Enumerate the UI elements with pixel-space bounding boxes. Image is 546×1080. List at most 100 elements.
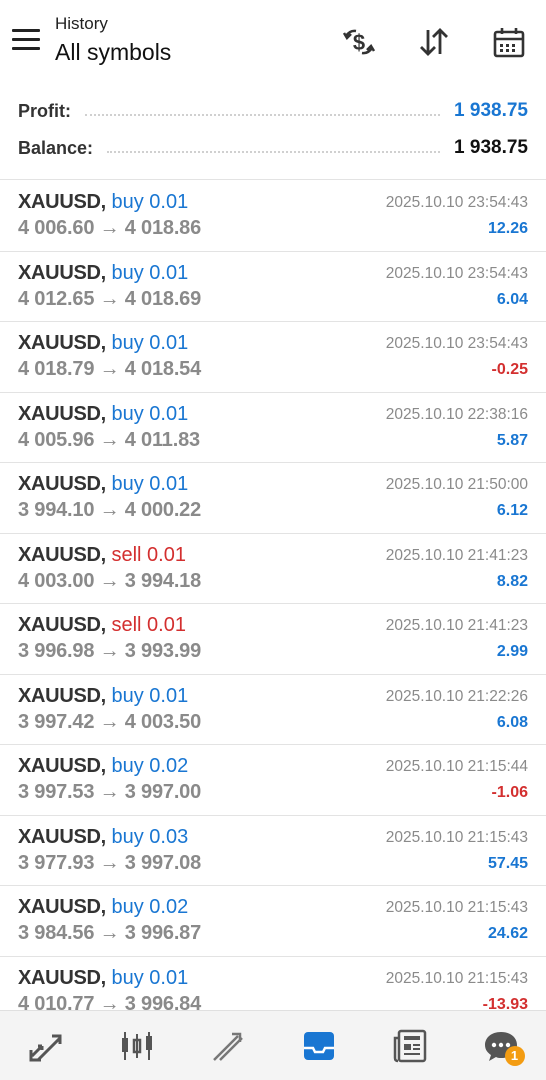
deal-symbol: XAUUSD, xyxy=(18,191,106,213)
deal-symbol: XAUUSD, xyxy=(18,825,106,848)
deal-header: XAUUSD, buy 0.03 xyxy=(18,826,188,849)
bottom-navigation: 1 xyxy=(0,1010,546,1080)
messages-icon[interactable]: 1 xyxy=(471,1016,531,1076)
deal-profit: 24.62 xyxy=(487,925,528,942)
deal-time: 2025.10.10 22:38:16 xyxy=(385,405,528,423)
deal-header: XAUUSD, sell 0.01 xyxy=(18,544,186,567)
deal-row[interactable]: XAUUSD, buy 0.02 3 984.56 → 3 996.87 2025.… xyxy=(0,886,546,957)
currency-exchange-icon[interactable]: $ xyxy=(339,22,379,62)
deal-side-volume: buy 0.01 xyxy=(111,966,189,989)
deal-side-volume: buy 0.01 xyxy=(111,473,189,495)
deal-row[interactable]: XAUUSD, sell 0.01 4 003.00 → 3 994.18 2025… xyxy=(0,534,546,604)
deal-header: XAUUSD, buy 0.01 xyxy=(18,685,188,708)
deal-row[interactable]: XAUUSD, buy 0.01 4 005.96 → 4 011.83 2025.… xyxy=(0,393,546,463)
page-title: All symbols xyxy=(55,39,172,65)
deal-prices: 4 006.60 → 4 018.86 xyxy=(18,217,202,239)
deal-row[interactable]: XAUUSD, buy 0.02 3 997.53 → 3 997.00 2025.… xyxy=(0,745,546,816)
quotes-icon[interactable] xyxy=(16,1016,76,1076)
deal-profit: 6.08 xyxy=(496,713,528,731)
deal-symbol: XAUUSD, xyxy=(18,402,106,425)
messages-badge: 1 xyxy=(504,1045,525,1066)
history-icon[interactable] xyxy=(289,1016,349,1076)
deal-header: XAUUSD, buy 0.01 xyxy=(18,332,188,355)
chart-icon[interactable] xyxy=(107,1016,167,1076)
deal-time: 2025.10.10 21:50:00 xyxy=(385,476,528,493)
page-subtitle: History xyxy=(55,14,108,33)
deal-profit: 8.82 xyxy=(496,572,528,590)
deal-profit: 12.26 xyxy=(487,220,528,237)
deal-profit: -1.06 xyxy=(491,784,528,801)
deal-row[interactable]: XAUUSD, buy 0.01 4 010.77 → 3 996.84 2025.… xyxy=(0,957,546,1011)
deal-time: 2025.10.10 21:41:23 xyxy=(385,546,528,564)
deal-symbol: XAUUSD, xyxy=(18,543,106,566)
deal-header: XAUUSD, buy 0.01 xyxy=(18,473,188,496)
deal-time: 2025.10.10 21:15:43 xyxy=(385,899,528,916)
profit-value: 1 938.75 xyxy=(454,100,528,121)
deal-symbol: XAUUSD, xyxy=(18,261,106,284)
deal-prices: 3 984.56 → 3 996.87 xyxy=(18,922,202,944)
deal-side-volume: buy 0.01 xyxy=(111,261,189,284)
deal-header: XAUUSD, sell 0.01 xyxy=(18,614,186,637)
deal-row[interactable]: XAUUSD, buy 0.03 3 977.93 → 3 997.08 2025.… xyxy=(0,816,546,886)
deal-row[interactable]: XAUUSD, buy 0.01 3 994.10 → 4 000.22 2025.… xyxy=(0,463,546,534)
deal-symbol: XAUUSD, xyxy=(18,332,106,354)
deal-prices: 4 012.65 → 4 018.69 xyxy=(18,287,202,310)
deal-row[interactable]: XAUUSD, buy 0.01 3 997.42 → 4 003.50 2025.… xyxy=(0,675,546,745)
deal-side-volume: buy 0.01 xyxy=(111,402,189,425)
deal-profit: -0.25 xyxy=(491,361,528,378)
deal-time: 2025.10.10 21:15:43 xyxy=(385,969,528,987)
balance-row: Balance: 1 938.75 xyxy=(18,130,528,166)
history-summary: Profit: 1 938.75 Balance: 1 938.75 xyxy=(0,88,546,180)
deal-side-volume: buy 0.03 xyxy=(111,825,189,848)
deal-time: 2025.10.10 21:22:26 xyxy=(385,687,528,705)
deal-time: 2025.10.10 23:54:43 xyxy=(385,194,528,211)
deal-profit: 6.04 xyxy=(496,290,528,308)
deal-row[interactable]: XAUUSD, sell 0.01 3 996.98 → 3 993.99 2025… xyxy=(0,604,546,675)
deal-row[interactable]: XAUUSD, buy 0.01 4 006.60 → 4 018.86 2025.… xyxy=(0,181,546,252)
dotted-leader xyxy=(107,151,441,153)
balance-value: 1 938.75 xyxy=(454,137,528,158)
menu-icon[interactable] xyxy=(12,29,40,53)
deal-profit: 2.99 xyxy=(496,643,528,660)
deal-profit: 6.12 xyxy=(496,502,528,519)
deal-profit: 57.45 xyxy=(487,854,528,872)
trade-icon[interactable] xyxy=(198,1016,258,1076)
deal-profit: -13.93 xyxy=(482,995,528,1011)
balance-label: Balance: xyxy=(18,137,94,158)
deal-header: XAUUSD, buy 0.02 xyxy=(18,896,188,919)
deal-header: XAUUSD, buy 0.01 xyxy=(18,262,188,285)
deal-prices: 4 018.79 → 4 018.54 xyxy=(18,358,202,380)
deal-header: XAUUSD, buy 0.01 xyxy=(18,191,188,214)
deal-header: XAUUSD, buy 0.02 xyxy=(18,755,188,778)
deal-prices: 4 005.96 → 4 011.83 xyxy=(18,428,200,451)
deal-side-volume: buy 0.01 xyxy=(111,684,189,707)
calendar-icon[interactable] xyxy=(489,22,529,62)
deal-symbol: XAUUSD, xyxy=(18,614,106,636)
deal-row[interactable]: XAUUSD, buy 0.01 4 012.65 → 4 018.69 2025.… xyxy=(0,252,546,322)
dotted-leader xyxy=(85,114,441,116)
deal-prices: 3 977.93 → 3 997.08 xyxy=(18,851,202,874)
deal-side-volume: buy 0.02 xyxy=(111,755,189,777)
deal-prices: 3 997.53 → 3 997.00 xyxy=(18,781,202,803)
deal-prices: 3 996.98 → 3 993.99 xyxy=(18,640,202,662)
sort-icon[interactable] xyxy=(414,22,454,62)
deal-prices: 3 994.10 → 4 000.22 xyxy=(18,499,202,521)
deal-row[interactable]: XAUUSD, buy 0.01 4 018.79 → 4 018.54 2025.… xyxy=(0,322,546,393)
deal-symbol: XAUUSD, xyxy=(18,966,106,989)
app-header: History All symbols $ xyxy=(0,0,546,88)
deal-side-volume: sell 0.01 xyxy=(111,614,186,636)
deal-header: XAUUSD, buy 0.01 xyxy=(18,967,188,990)
deal-symbol: XAUUSD, xyxy=(18,684,106,707)
deal-header: XAUUSD, buy 0.01 xyxy=(18,403,188,426)
deal-prices: 4 003.00 → 3 994.18 xyxy=(18,569,202,592)
deal-side-volume: buy 0.01 xyxy=(111,332,189,354)
deals-list[interactable]: XAUUSD, buy 0.01 4 006.60 → 4 018.86 2025.… xyxy=(0,181,546,1010)
profit-row: Profit: 1 938.75 xyxy=(18,93,528,129)
deal-time: 2025.10.10 21:15:44 xyxy=(385,758,528,775)
title-block[interactable]: History All symbols xyxy=(55,14,171,67)
news-icon[interactable] xyxy=(380,1016,440,1076)
deal-time: 2025.10.10 21:41:23 xyxy=(385,617,528,634)
deal-time: 2025.10.10 21:15:43 xyxy=(385,828,528,846)
deal-symbol: XAUUSD, xyxy=(18,896,106,918)
deal-symbol: XAUUSD, xyxy=(18,473,106,495)
